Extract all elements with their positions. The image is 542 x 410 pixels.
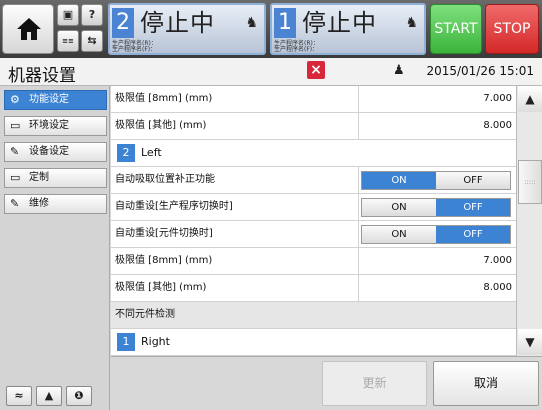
lane-2-status-panel[interactable]: 2 停止中 ♞ 生产程序名(R)： 生产程序名(F)：	[108, 3, 266, 55]
sidebar-item-label: 定制	[29, 172, 49, 183]
warning-icon[interactable]: ▲	[36, 386, 62, 406]
lane-program-info: 生产程序名(R)： 生产程序名(F)：	[112, 40, 157, 53]
collapse-button[interactable]: ≈	[6, 386, 32, 406]
toggle-off-button[interactable]: OFF	[436, 199, 510, 216]
row-value: 7.000	[483, 93, 512, 104]
lane-number-badge: 2	[117, 144, 135, 162]
lane-group-header: 2 Left	[111, 140, 516, 167]
sidebar-item-maintenance[interactable]: ✎ 维修	[4, 194, 107, 214]
row-label: 自动重设[生产程序切换时]	[115, 201, 233, 212]
datetime: 2015/01/26 15:01	[426, 64, 534, 78]
switch-button[interactable]: ⇆	[81, 30, 103, 52]
lane-number-badge: 1	[117, 333, 135, 351]
section-header: 不同元件检测	[111, 302, 516, 329]
window-button[interactable]: ▣	[57, 4, 79, 26]
section-label: 不同元件检测	[115, 309, 175, 320]
user-icon: ♟	[393, 63, 405, 78]
sidebar-item-custom[interactable]: ▭ 定制	[4, 168, 107, 188]
row-label: 自动吸取位置补正功能	[115, 174, 215, 185]
scroll-down-button[interactable]: ▼	[518, 329, 542, 355]
list-item[interactable]: 极限值 [其他] (mm) 8.000	[111, 113, 516, 140]
toggle-on-button[interactable]: ON	[362, 172, 436, 189]
scroll-up-button[interactable]: ▲	[518, 86, 542, 112]
device-icon: ✎	[10, 145, 20, 158]
list-item: 自动重设[生产程序切换时] ON OFF	[111, 194, 516, 221]
lane-group-header: 1 Right	[111, 329, 516, 356]
sidebar-item-label: 设备设定	[29, 146, 69, 157]
lane-1-status-panel[interactable]: 1 停止中 ♞ 生产程序名(R)： 生产程序名(F)：	[270, 3, 426, 55]
on-off-toggle[interactable]: ON OFF	[361, 171, 511, 190]
sidebar-item-environment-settings[interactable]: ▭ 环境设定	[4, 116, 107, 136]
lane-program-info: 生产程序名(R)： 生产程序名(F)：	[274, 40, 319, 53]
list-item[interactable]: 极限值 [8mm] (mm) 7.000	[111, 248, 516, 275]
sidebar-item-function-settings[interactable]: ⚙ 功能设定	[4, 90, 107, 110]
sidebar-item-device-settings[interactable]: ✎ 设备设定	[4, 142, 107, 162]
update-button[interactable]: 更新	[322, 361, 427, 406]
bottom-action-bar: 更新 取消	[111, 356, 542, 410]
cancel-button[interactable]: 取消	[433, 361, 539, 406]
monitor-icon: ▭	[10, 119, 21, 132]
settings-list: 极限值 [8mm] (mm) 7.000 极限值 [其他] (mm) 8.000…	[111, 86, 516, 356]
toggle-off-button[interactable]: OFF	[436, 226, 510, 243]
start-button[interactable]: START	[430, 4, 482, 54]
row-value: 8.000	[483, 120, 512, 131]
stop-button[interactable]: STOP	[485, 4, 539, 54]
sidebar-item-label: 功能设定	[29, 94, 69, 105]
on-off-toggle[interactable]: ON OFF	[361, 225, 511, 244]
lane-number: 1	[274, 8, 296, 38]
row-label: 极限值 [其他] (mm)	[115, 120, 207, 131]
toggle-off-button[interactable]: OFF	[436, 172, 510, 189]
toggle-on-button[interactable]: ON	[362, 199, 436, 216]
scrollbar[interactable]: ▲ ::::: ▼	[516, 86, 542, 356]
scroll-thumb[interactable]: :::::	[518, 160, 542, 204]
list-item: 自动重设[元件切换时] ON OFF	[111, 221, 516, 248]
sidebar-item-label: 维修	[29, 198, 49, 209]
lane-status-text: 停止中	[140, 9, 215, 37]
top-toolbar: ▣ ? ≡≡ ⇆ 2 停止中 ♞ 生产程序名(R)： 生产程序名(F)： 1 停…	[0, 0, 542, 58]
gear-icon: ⚙	[10, 93, 20, 106]
lane-number: 2	[112, 8, 134, 38]
row-label: 极限值 [8mm] (mm)	[115, 93, 213, 104]
row-value: 7.000	[483, 255, 512, 266]
page-title: 机器设置	[8, 66, 76, 86]
sidebar: ⚙ 功能设定 ▭ 环境设定 ✎ 设备设定 ▭ 定制 ✎ 维修 ≈ ▲ ❶	[0, 86, 110, 410]
row-label: 极限值 [8mm] (mm)	[115, 255, 213, 266]
on-off-toggle[interactable]: ON OFF	[361, 198, 511, 217]
display-button[interactable]: ≡≡	[57, 30, 79, 52]
home-icon	[17, 18, 41, 40]
title-bar: 机器设置 × ♟ 2015/01/26 15:01	[0, 58, 542, 86]
home-button[interactable]	[2, 4, 54, 54]
lane-status-text: 停止中	[302, 9, 377, 37]
close-icon[interactable]: ×	[307, 61, 325, 79]
row-label: 自动重设[元件切换时]	[115, 228, 213, 239]
help-button[interactable]: ?	[81, 4, 103, 26]
list-item: 自动吸取位置补正功能 ON OFF	[111, 167, 516, 194]
group-label: Left	[141, 146, 162, 159]
toggle-on-button[interactable]: ON	[362, 226, 436, 243]
group-label: Right	[141, 335, 170, 348]
sidebar-item-label: 环境设定	[29, 120, 69, 131]
operator-icon: ♞	[245, 15, 258, 31]
list-item[interactable]: 极限值 [其他] (mm) 8.000	[111, 275, 516, 302]
custom-icon: ▭	[10, 171, 21, 184]
info-icon[interactable]: ❶	[66, 386, 92, 406]
operator-icon: ♞	[405, 15, 418, 31]
maintenance-icon: ✎	[10, 197, 20, 210]
row-label: 极限值 [其他] (mm)	[115, 282, 207, 293]
list-item[interactable]: 极限值 [8mm] (mm) 7.000	[111, 86, 516, 113]
row-value: 8.000	[483, 282, 512, 293]
